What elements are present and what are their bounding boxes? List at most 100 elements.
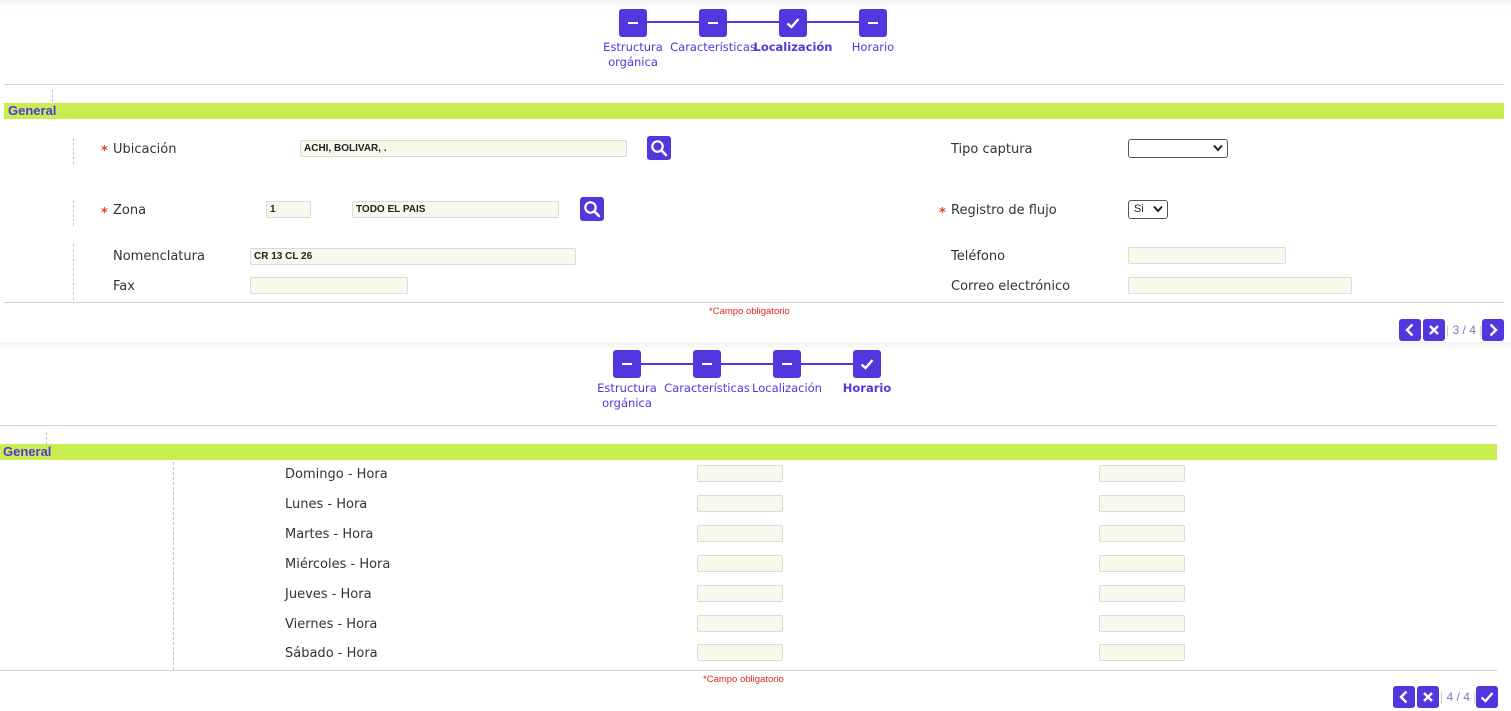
- page-current: 4: [1446, 690, 1454, 704]
- finish-button[interactable]: [1476, 686, 1498, 708]
- required-note: *Campo obligatorio: [703, 674, 784, 685]
- minus-icon: [773, 350, 801, 378]
- divider: [4, 302, 1504, 303]
- dashed-guide: [46, 432, 47, 444]
- chevron-left-icon: [1405, 323, 1414, 337]
- registro-flujo-select[interactable]: Si: [1128, 200, 1168, 219]
- sabado-hora-from-input[interactable]: [697, 644, 783, 661]
- minus-icon: [859, 9, 887, 37]
- dashed-guide: [73, 244, 74, 300]
- tipo-captura-select[interactable]: [1128, 139, 1228, 158]
- select-value: Si: [1134, 203, 1144, 215]
- nomenclatura-label: Nomenclatura: [113, 249, 205, 264]
- zona-name-input[interactable]: TODO EL PAIS: [352, 201, 559, 218]
- telefono-input[interactable]: [1128, 247, 1286, 264]
- chevron-down-icon: [1153, 205, 1163, 213]
- ubicacion-search-button[interactable]: [647, 136, 671, 160]
- dashed-guide: [73, 138, 74, 164]
- dashed-guide: [73, 200, 74, 226]
- page-current: 3: [1452, 323, 1460, 337]
- lunes-hora-from-input[interactable]: [697, 495, 783, 512]
- lunes-hora-to-input[interactable]: [1099, 495, 1185, 512]
- close-icon: [1429, 325, 1439, 335]
- step-label: Horario: [851, 40, 895, 54]
- wizard-panel-horario: Estructura orgánica Características Loca…: [0, 342, 1511, 711]
- miercoles-hora-label: Miércoles - Hora: [285, 557, 391, 572]
- viernes-hora-from-input[interactable]: [697, 615, 783, 632]
- minus-icon: [619, 9, 647, 37]
- page-indicator: | 4 / 4 |: [1440, 686, 1476, 708]
- page-slash: /: [1462, 323, 1466, 337]
- sabado-hora-to-input[interactable]: [1099, 644, 1185, 661]
- previous-button[interactable]: [1393, 686, 1415, 708]
- jueves-hora-to-input[interactable]: [1099, 585, 1185, 602]
- domingo-hora-to-input[interactable]: [1099, 465, 1185, 482]
- viernes-hora-label: Viernes - Hora: [285, 617, 378, 632]
- divider: [4, 84, 1504, 85]
- search-icon: [651, 140, 668, 157]
- ubicacion-input[interactable]: ACHI, BOLIVAR, .: [300, 140, 627, 157]
- page-slash: /: [1456, 690, 1460, 704]
- pager-separator: |: [1440, 690, 1444, 704]
- dashed-guide: [52, 90, 53, 102]
- zona-code-input[interactable]: 1: [266, 201, 311, 218]
- cancel-button[interactable]: [1417, 686, 1439, 708]
- section-header-general: General: [4, 103, 1504, 119]
- page-indicator: | 3 / 4 |: [1446, 319, 1482, 341]
- correo-label: Correo electrónico: [951, 279, 1071, 294]
- registro-flujo-label: Registro de flujo: [951, 203, 1057, 218]
- pager-separator: |: [1446, 323, 1450, 337]
- zona-search-button[interactable]: [580, 197, 604, 221]
- required-note-text: Campo obligatorio: [706, 674, 784, 685]
- miercoles-hora-from-input[interactable]: [697, 555, 783, 572]
- required-marker: *: [939, 206, 946, 221]
- next-button[interactable]: [1482, 319, 1504, 341]
- required-note: *Campo obligatorio: [709, 306, 790, 317]
- telefono-label: Teléfono: [951, 249, 1006, 264]
- step-label: Horario: [842, 381, 892, 395]
- check-icon: [853, 350, 881, 378]
- jueves-hora-from-input[interactable]: [697, 585, 783, 602]
- minus-icon: [699, 9, 727, 37]
- martes-hora-label: Martes - Hora: [285, 527, 374, 542]
- step-horario[interactable]: Horario: [817, 350, 917, 396]
- fax-label: Fax: [113, 279, 135, 294]
- cancel-button[interactable]: [1423, 319, 1445, 341]
- domingo-hora-from-input[interactable]: [697, 465, 783, 482]
- wizard-panel-localizacion: Estructura orgánica Características Loca…: [0, 0, 1511, 342]
- miercoles-hora-to-input[interactable]: [1099, 555, 1185, 572]
- search-icon: [584, 201, 601, 218]
- step-horario[interactable]: Horario: [823, 9, 923, 55]
- dashed-guide: [173, 462, 174, 670]
- close-icon: [1423, 692, 1433, 702]
- sabado-hora-label: Sábado - Hora: [285, 646, 378, 661]
- domingo-hora-label: Domingo - Hora: [285, 467, 388, 482]
- section-title: General: [8, 103, 57, 118]
- nomenclatura-input[interactable]: CR 13 CL 26: [250, 248, 576, 265]
- chevron-down-icon: [1213, 144, 1223, 152]
- tipo-captura-label: Tipo captura: [951, 142, 1033, 157]
- section-title: General: [3, 444, 52, 459]
- required-marker: *: [101, 206, 108, 221]
- check-icon: [1480, 692, 1494, 703]
- previous-button[interactable]: [1399, 319, 1421, 341]
- minus-icon: [693, 350, 721, 378]
- jueves-hora-label: Jueves - Hora: [285, 587, 372, 602]
- section-header-general: General: [0, 444, 1497, 460]
- martes-hora-to-input[interactable]: [1099, 525, 1185, 542]
- lunes-hora-label: Lunes - Hora: [285, 497, 368, 512]
- ubicacion-label: Ubicación: [113, 142, 177, 157]
- chevron-right-icon: [1489, 323, 1498, 337]
- zona-label: Zona: [113, 203, 147, 218]
- check-icon: [779, 9, 807, 37]
- viernes-hora-to-input[interactable]: [1099, 615, 1185, 632]
- correo-input[interactable]: [1128, 277, 1352, 294]
- fax-input[interactable]: [250, 277, 408, 294]
- required-note-text: Campo obligatorio: [712, 306, 790, 317]
- page-total: 4: [1463, 690, 1470, 704]
- divider: [0, 425, 1497, 426]
- required-marker: *: [101, 144, 108, 159]
- divider: [0, 670, 1497, 671]
- minus-icon: [613, 350, 641, 378]
- martes-hora-from-input[interactable]: [697, 525, 783, 542]
